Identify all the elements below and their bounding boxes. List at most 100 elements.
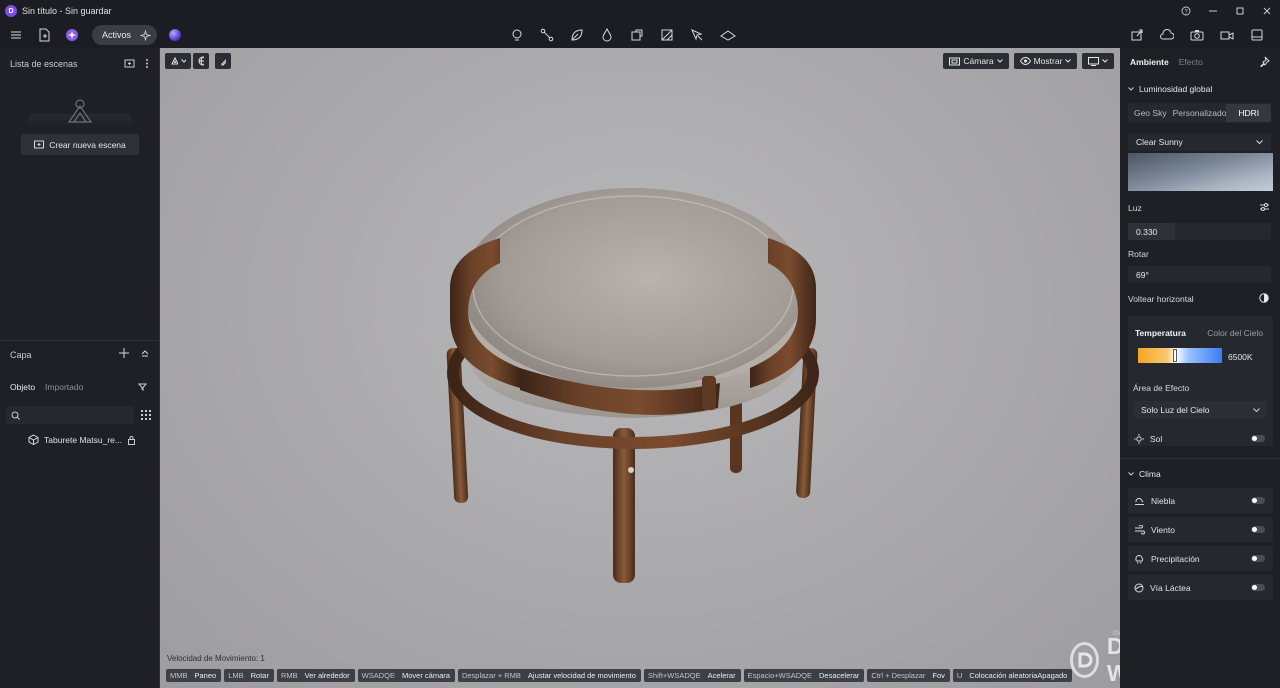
camera-dropdown[interactable]: Cámara xyxy=(943,53,1009,69)
minimize-icon[interactable] xyxy=(1199,6,1226,16)
shortcut-action: Rotar xyxy=(250,671,269,680)
title-bar: D Sin título - Sin guardar ? xyxy=(0,0,1280,22)
wind-label: Viento xyxy=(1151,524,1175,535)
display-settings-button[interactable] xyxy=(1082,53,1114,69)
ai-sparkle-icon[interactable] xyxy=(64,27,80,43)
window-title: Sin título - Sin guardar xyxy=(22,6,112,16)
camera-label: Cámara xyxy=(963,56,994,66)
path-tool-icon[interactable] xyxy=(540,28,554,42)
global-light-section[interactable]: Luminosidad global xyxy=(1128,84,1212,94)
hdri-preview-image[interactable] xyxy=(1128,153,1273,191)
precipitation-toggle[interactable] xyxy=(1251,555,1265,562)
import-file-icon[interactable] xyxy=(36,27,52,43)
rotate-input[interactable]: 69° xyxy=(1128,266,1271,283)
select-tool-icon[interactable] xyxy=(690,28,704,42)
collapse-icon[interactable] xyxy=(141,349,149,357)
pin-icon[interactable] xyxy=(1259,56,1270,67)
tab-temperature[interactable]: Temperatura xyxy=(1135,328,1186,338)
create-scene-label: Crear nueva escena xyxy=(49,139,126,150)
object-name: Taburete Matsu_re... xyxy=(44,434,122,445)
shortcut-key: Ctrl + Desplazar xyxy=(871,671,926,680)
show-dropdown[interactable]: Mostrar xyxy=(1014,53,1077,69)
fog-toggle[interactable] xyxy=(1251,497,1265,504)
mode-geo-sky[interactable]: Geo Sky xyxy=(1128,104,1173,122)
grid-view-icon[interactable] xyxy=(138,406,154,424)
light-bulb-icon[interactable] xyxy=(510,28,524,42)
light-intensity-slider[interactable]: 0.330 xyxy=(1128,223,1271,240)
close-icon[interactable] xyxy=(1253,6,1280,16)
mode-custom[interactable]: Personalizado xyxy=(1173,104,1227,122)
measure-pen-icon[interactable] xyxy=(215,53,231,69)
gallery-icon[interactable] xyxy=(1250,28,1264,42)
search-input[interactable] xyxy=(24,410,124,420)
watermark-text: D5 WORKS xyxy=(1106,633,1120,686)
light-mode-selector: Geo Sky Personalizado HDRI xyxy=(1128,103,1271,123)
transform-icon[interactable] xyxy=(630,28,644,42)
chevron-down-icon xyxy=(1102,59,1108,63)
weather-section[interactable]: Clima xyxy=(1128,469,1161,479)
leaf-icon[interactable] xyxy=(570,28,584,42)
assets-button[interactable]: Activos xyxy=(92,25,157,45)
object-list-item[interactable]: Taburete Matsu_re... xyxy=(28,434,136,445)
shortcut-chip: MMB Paneo xyxy=(166,669,222,682)
window-controls: ? xyxy=(1172,0,1280,22)
menu-icon[interactable] xyxy=(8,27,24,43)
shortcut-action: Mover cámara xyxy=(402,671,450,680)
shortcut-action: Colocación aleatoriaApagado xyxy=(969,671,1068,680)
shortcut-chip: LMB Rotar xyxy=(224,669,274,682)
shortcut-chip: U Colocación aleatoriaApagado xyxy=(952,669,1073,682)
chevron-down-icon xyxy=(1065,59,1072,63)
terrain-icon[interactable] xyxy=(720,28,736,42)
axis-icon xyxy=(171,56,179,65)
stool-model[interactable] xyxy=(430,178,850,598)
wind-row: Viento xyxy=(1128,517,1273,542)
temperature-slider[interactable] xyxy=(1138,348,1222,363)
chevron-down-icon xyxy=(1128,472,1134,476)
maximize-icon[interactable] xyxy=(1226,6,1253,16)
view-mode-button[interactable] xyxy=(165,53,191,69)
hdri-dropdown[interactable]: Clear Sunny xyxy=(1128,133,1271,151)
temperature-handle[interactable] xyxy=(1174,350,1176,361)
ai-orb-icon[interactable] xyxy=(169,29,181,41)
filter-icon[interactable] xyxy=(138,382,147,391)
more-options-icon[interactable] xyxy=(145,58,149,69)
app-logo-icon: D xyxy=(5,5,17,17)
main-toolbar: Activos xyxy=(0,22,1280,48)
export-icon[interactable] xyxy=(1130,28,1144,42)
milky-way-toggle[interactable] xyxy=(1251,584,1265,591)
3d-viewport[interactable]: Cámara Mostrar o D W Velocidad de Movimi… xyxy=(160,48,1120,688)
upload-cloud-icon[interactable] xyxy=(1160,28,1174,42)
tab-object[interactable]: Objeto xyxy=(10,382,35,392)
left-panel: Lista de escenas Crear nueva escena Capa… xyxy=(0,48,160,688)
water-drop-icon[interactable] xyxy=(600,28,614,42)
material-icon[interactable] xyxy=(660,28,674,42)
sparkle-icon xyxy=(140,29,151,41)
wind-toggle[interactable] xyxy=(1251,526,1265,533)
fog-icon xyxy=(1135,497,1144,505)
video-icon[interactable] xyxy=(1220,28,1234,42)
tab-sky-color[interactable]: Color del Cielo xyxy=(1207,328,1263,338)
globe-icon[interactable] xyxy=(193,53,209,69)
camera-icon[interactable] xyxy=(1190,28,1204,42)
effect-area-dropdown[interactable]: Solo Luz del Cielo xyxy=(1134,401,1267,418)
tab-effect[interactable]: Efecto xyxy=(1179,57,1203,67)
fog-row: Niebla xyxy=(1128,488,1273,513)
tab-imported[interactable]: Importado xyxy=(45,382,83,392)
adjust-sliders-icon[interactable] xyxy=(1259,202,1270,212)
lock-icon[interactable] xyxy=(127,435,136,445)
add-layer-icon[interactable] xyxy=(119,348,129,358)
help-icon[interactable]: ? xyxy=(1172,6,1199,16)
flip-toggle-icon[interactable] xyxy=(1259,293,1269,303)
tab-environment[interactable]: Ambiente xyxy=(1130,57,1169,67)
sun-toggle[interactable] xyxy=(1251,435,1265,442)
shortcut-chip: Espacio+WSADQE Desacelerar xyxy=(743,669,865,682)
rotate-value: 69° xyxy=(1136,269,1149,280)
sun-row: Sol xyxy=(1128,426,1273,451)
create-scene-button[interactable]: Crear nueva escena xyxy=(21,134,139,155)
shortcut-action: Desacelerar xyxy=(818,671,860,680)
mode-hdri[interactable]: HDRI xyxy=(1226,104,1271,122)
add-scene-icon[interactable] xyxy=(124,58,135,69)
shortcut-action: Ajustar velocidad de movimiento xyxy=(527,671,636,680)
hdri-name: Clear Sunny xyxy=(1136,137,1183,147)
movement-speed: Velocidad de Movimiento: 1 xyxy=(167,654,265,663)
